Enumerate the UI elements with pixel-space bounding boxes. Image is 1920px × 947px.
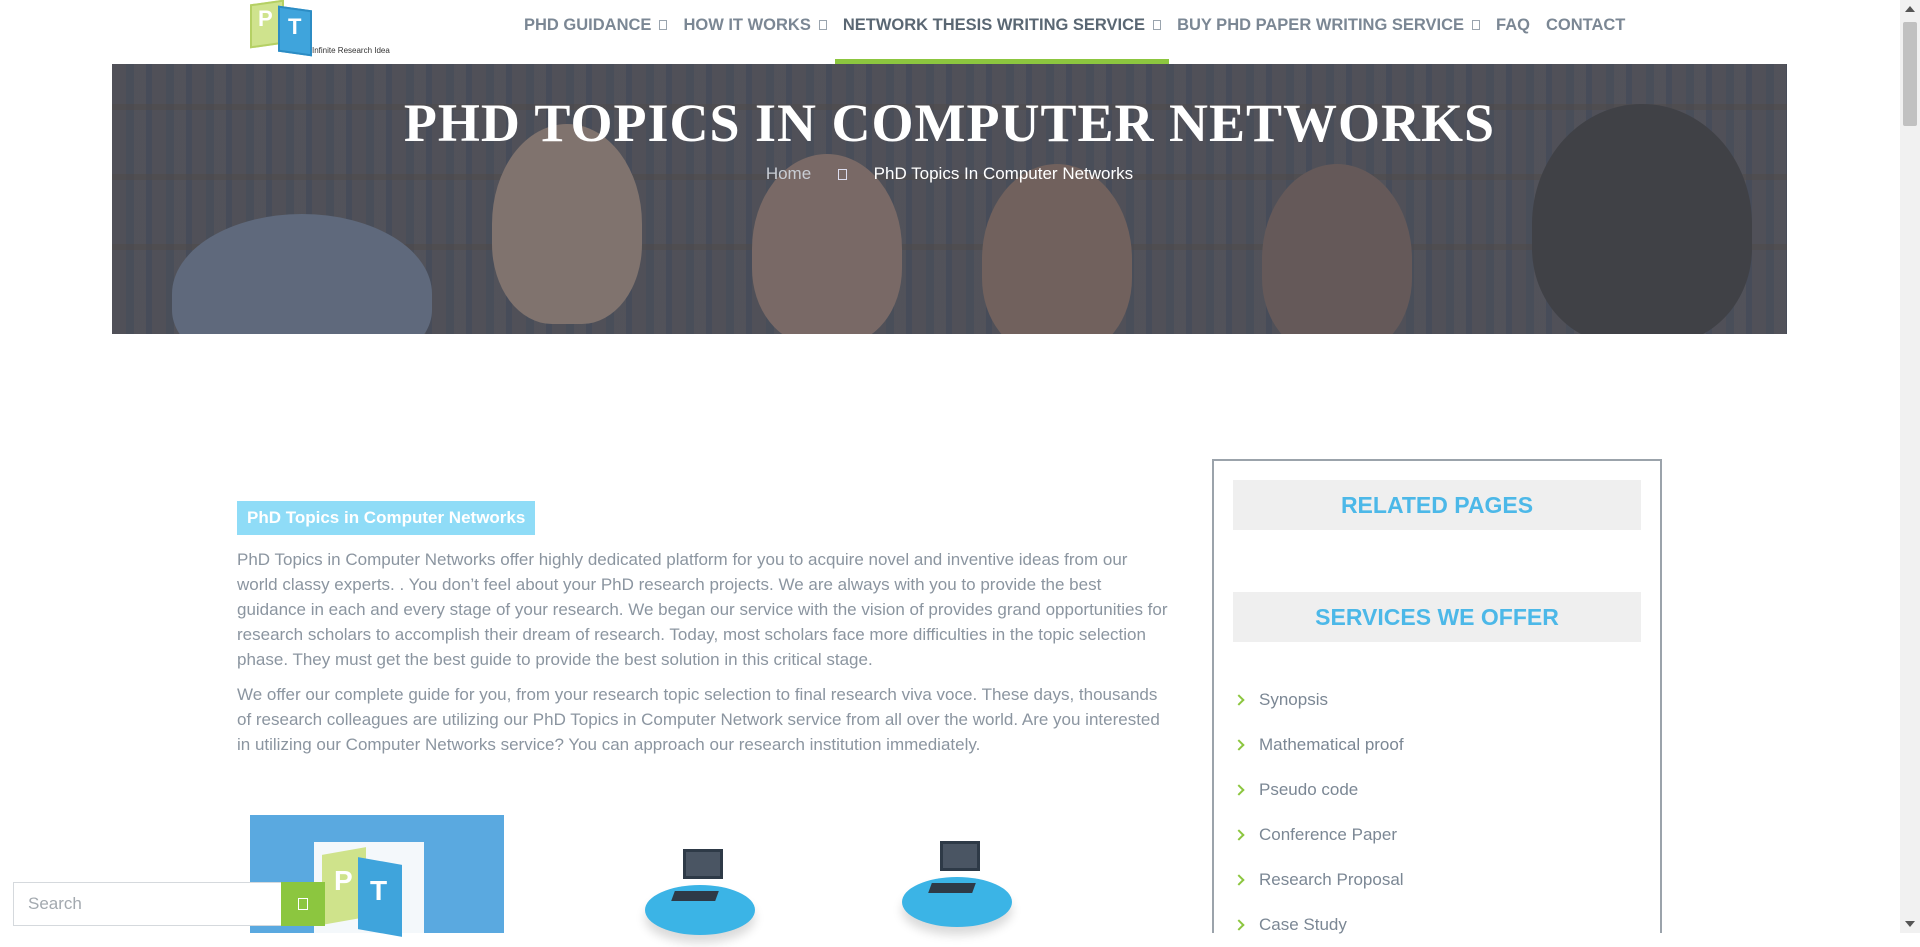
scrollbar-thumb[interactable] [1903, 22, 1917, 126]
nav-item-phd-guidance[interactable]: PHD GUIDANCE [516, 0, 675, 64]
service-label: Case Study [1259, 914, 1347, 934]
content-images: P T [250, 815, 1050, 937]
breadcrumb-home-link[interactable]: Home [766, 164, 811, 183]
logo-letter-t: T [288, 14, 302, 39]
service-link-research-proposal[interactable]: Research Proposal [1233, 857, 1404, 902]
nav-item-faq[interactable]: FAQ [1488, 0, 1538, 64]
content-paragraph: We offer our complete guide for you, fro… [237, 685, 1160, 754]
main-content: PhD Topics in Computer Networks PhD Topi… [237, 501, 1172, 767]
logo-image-letter-t: T [370, 875, 388, 906]
service-label: Synopsis [1259, 689, 1328, 709]
nav-item-how-it-works[interactable]: HOW IT WORKS [675, 0, 834, 64]
nav-label: NETWORK THESIS WRITING SERVICE [842, 16, 1146, 34]
search-input[interactable] [13, 882, 281, 926]
computer-monitor-icon [940, 841, 980, 871]
nav-label: BUY PHD PAPER WRITING SERVICE [1177, 16, 1465, 34]
chevron-right-icon [1233, 738, 1245, 751]
nav-label: HOW IT WORKS [683, 16, 811, 34]
scroll-down-arrow-icon[interactable] [1905, 921, 1915, 927]
service-label: Conference Paper [1259, 824, 1397, 844]
nav-item-buy-phd-paper-writing-service[interactable]: BUY PHD PAPER WRITING SERVICE [1169, 0, 1488, 64]
keyboard-icon [671, 891, 719, 901]
content-heading: PhD Topics in Computer Networks [237, 501, 536, 535]
site-header: P T Infinite Research Idea PHD GUIDANCE … [0, 0, 1900, 64]
logo-letter-p: P [258, 6, 273, 31]
search-icon [298, 898, 308, 910]
logo-image-letter-p: P [334, 865, 353, 896]
search-button[interactable] [281, 882, 325, 926]
main-nav: PHD GUIDANCE HOW IT WORKS NETWORK THESIS… [516, 0, 1633, 64]
nav-item-network-thesis-writing-service[interactable]: NETWORK THESIS WRITING SERVICE [834, 0, 1170, 64]
hero-banner: PHD TOPICS IN COMPUTER NETWORKS Home PhD… [112, 64, 1787, 334]
page-title: PHD TOPICS IN COMPUTER NETWORKS [403, 93, 1496, 153]
dropdown-caret-icon [818, 20, 827, 30]
content-paragraph: PhD Topics in Computer Networks offer hi… [237, 550, 1168, 669]
service-link-mathematical-proof[interactable]: Mathematical proof [1233, 722, 1404, 767]
keyboard-icon [928, 883, 976, 893]
service-link-case-study[interactable]: Case Study [1233, 902, 1404, 947]
computer-monitor-icon [683, 849, 723, 879]
services-list: Synopsis Mathematical proof Pseudo code … [1233, 677, 1404, 947]
service-link-conference-paper[interactable]: Conference Paper [1233, 812, 1404, 857]
dropdown-caret-icon [659, 20, 668, 30]
chevron-right-icon [1233, 918, 1245, 931]
service-label: Pseudo code [1259, 779, 1359, 799]
breadcrumb-separator-icon [837, 169, 847, 180]
logo-tagline: Infinite Research Idea [312, 46, 390, 55]
breadcrumb-current: PhD Topics In Computer Networks [873, 164, 1134, 183]
nav-label: FAQ [1496, 16, 1530, 34]
search-widget [13, 882, 325, 926]
network-node-image [645, 849, 755, 935]
nav-item-contact[interactable]: CONTACT [1538, 0, 1633, 64]
dropdown-caret-icon [1472, 20, 1481, 30]
network-node-image [902, 841, 1012, 927]
breadcrumb: Home PhD Topics In Computer Networks [112, 164, 1787, 184]
chevron-right-icon [1233, 693, 1245, 706]
page-scrollbar[interactable] [1900, 0, 1920, 933]
scroll-up-arrow-icon[interactable] [1905, 6, 1915, 12]
nav-label: CONTACT [1545, 16, 1626, 34]
chevron-right-icon [1233, 828, 1245, 841]
site-logo[interactable]: P T Infinite Research Idea [248, 0, 398, 58]
service-label: Research Proposal [1259, 869, 1404, 889]
service-label: Mathematical proof [1259, 734, 1404, 754]
nav-label: PHD GUIDANCE [524, 16, 652, 34]
service-link-synopsis[interactable]: Synopsis [1233, 677, 1404, 722]
related-pages-heading: RELATED PAGES [1233, 480, 1641, 530]
dropdown-caret-icon [1153, 20, 1162, 30]
chevron-right-icon [1233, 783, 1245, 796]
service-link-pseudo-code[interactable]: Pseudo code [1233, 767, 1404, 812]
sidebar: RELATED PAGES SERVICES WE OFFER Synopsis… [1212, 459, 1662, 934]
chevron-right-icon [1233, 873, 1245, 886]
services-heading: SERVICES WE OFFER [1233, 592, 1641, 642]
